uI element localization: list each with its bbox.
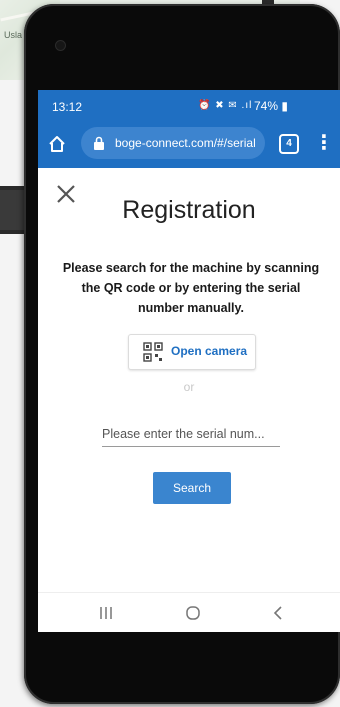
search-button[interactable]: Search [153,472,231,504]
phone-screen: 13:12 ⏰ ✖ ✉ .ıl 74% ▮ boge-connect.com/#… [38,90,340,632]
page-title: Registration [122,196,256,224]
browser-toolbar: boge-connect.com/#/serial 4 ⋮ [38,120,340,168]
status-time: 13:12 [52,100,83,114]
menu-icon[interactable]: ⋮ [314,132,334,154]
lock-icon [94,136,104,150]
instruction-text: Please search for the machine by scannin… [62,261,320,315]
map-label: Usla [4,30,23,40]
back-icon[interactable] [271,605,285,621]
status-icons: ⏰ ✖ ✉ .ıl [198,100,253,111]
front-camera [55,40,66,51]
open-camera-button[interactable]: Open camera [128,334,256,370]
recent-apps-icon[interactable] [98,606,114,620]
tabs-icon[interactable]: 4 [279,134,299,154]
home-icon[interactable] [46,133,68,155]
android-nav-bar [38,592,340,632]
address-bar[interactable]: boge-connect.com/#/serial [81,127,265,159]
serial-number-input[interactable] [102,422,280,447]
or-separator: or [183,380,195,394]
home-nav-icon[interactable] [185,605,201,621]
url-text: boge-connect.com/#/serial [115,136,256,150]
battery-indicator: 74% ▮ [254,99,288,113]
open-camera-label: Open camera [171,344,248,358]
qr-code-icon [143,342,163,362]
status-bar: 13:12 ⏰ ✖ ✉ .ıl 74% ▮ [38,90,340,120]
